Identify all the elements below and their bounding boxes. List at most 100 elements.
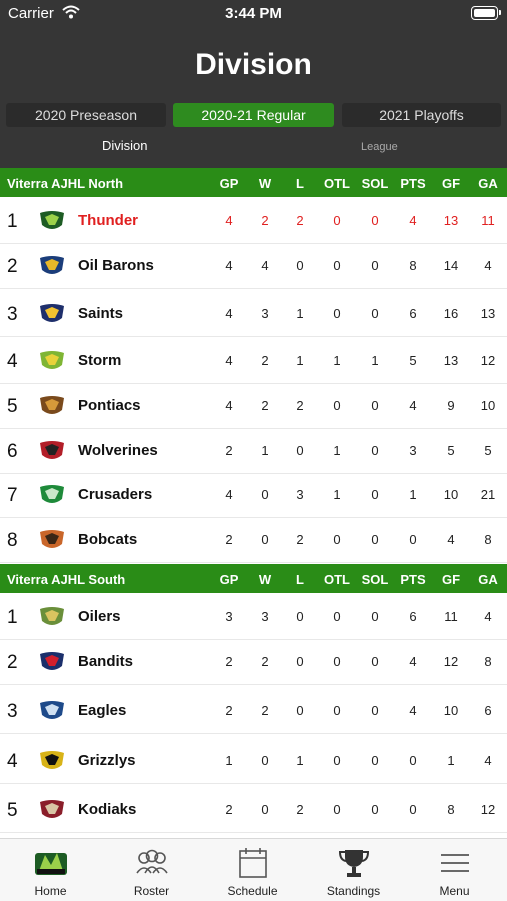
stat-otl: 0 bbox=[333, 609, 341, 624]
team-row[interactable]: 7 Crusaders 4 0 3 1 0 1 10 21 bbox=[0, 475, 507, 515]
tab-standings-label: Standings bbox=[326, 884, 381, 898]
stat-w: 3 bbox=[261, 306, 269, 321]
stat-gp: 4 bbox=[225, 353, 233, 368]
stat-gf: 5 bbox=[447, 443, 455, 458]
stat-sol: 0 bbox=[371, 487, 379, 502]
stat-gf: 8 bbox=[447, 802, 455, 817]
stat-gp: 2 bbox=[225, 703, 233, 718]
battery-icon bbox=[471, 6, 501, 20]
row-divider bbox=[0, 383, 507, 384]
team-row[interactable]: 8 Bobcats 2 0 2 0 0 0 4 8 bbox=[0, 520, 507, 560]
stat-sol: 0 bbox=[371, 654, 379, 669]
stat-l: 0 bbox=[296, 258, 304, 273]
menu-icon bbox=[441, 854, 469, 872]
row-divider bbox=[0, 639, 507, 640]
stat-sol: 0 bbox=[371, 609, 379, 624]
stat-gp: 2 bbox=[225, 802, 233, 817]
stat-w: 0 bbox=[261, 802, 269, 817]
column-header-w: W bbox=[258, 176, 272, 191]
column-header-gf: GF bbox=[441, 176, 461, 191]
team-rank: 3 bbox=[7, 701, 18, 722]
column-header-w: W bbox=[258, 572, 272, 587]
stat-gf: 14 bbox=[443, 258, 459, 273]
team-row[interactable]: 1 Oilers 3 3 0 0 0 6 11 4 bbox=[0, 597, 507, 637]
column-header-otl: OTL bbox=[324, 176, 350, 191]
team-row[interactable]: 4 Grizzlys 1 0 1 0 0 0 1 4 bbox=[0, 741, 507, 781]
stat-w: 4 bbox=[261, 258, 269, 273]
stat-sol: 0 bbox=[371, 532, 379, 547]
kodiaks-logo bbox=[40, 800, 64, 818]
team-name: Oilers bbox=[78, 608, 121, 625]
stat-gp: 2 bbox=[225, 443, 233, 458]
team-name: Eagles bbox=[78, 702, 127, 719]
stat-otl: 1 bbox=[333, 353, 341, 368]
team-name: Grizzlys bbox=[78, 752, 136, 769]
team-row[interactable]: 5 Pontiacs 4 2 2 0 0 4 9 10 bbox=[0, 386, 507, 426]
team-name: Bandits bbox=[78, 653, 134, 670]
team-logo-icon bbox=[35, 853, 67, 875]
stat-otl: 0 bbox=[333, 703, 341, 718]
row-divider bbox=[0, 562, 507, 563]
stat-otl: 0 bbox=[333, 532, 341, 547]
season-tab-playoffs[interactable]: 2021 Playoffs bbox=[342, 103, 501, 127]
stat-pts: 0 bbox=[409, 802, 417, 817]
team-row[interactable]: 2 Bandits 2 2 0 0 0 4 12 8 bbox=[0, 642, 507, 682]
tab-division[interactable]: Division bbox=[102, 138, 148, 153]
stat-sol: 0 bbox=[371, 443, 379, 458]
stat-l: 0 bbox=[296, 703, 304, 718]
team-name: Storm bbox=[78, 352, 122, 369]
stat-gf: 13 bbox=[443, 353, 459, 368]
stat-sol: 0 bbox=[371, 802, 379, 817]
bobcats-logo bbox=[40, 530, 64, 548]
stat-sol: 0 bbox=[371, 213, 379, 228]
page-title: Division bbox=[195, 48, 312, 81]
stat-pts: 4 bbox=[409, 398, 417, 413]
team-row[interactable]: 3 Saints 4 3 1 0 0 6 16 13 bbox=[0, 294, 507, 334]
stat-otl: 0 bbox=[333, 398, 341, 413]
team-rank: 8 bbox=[7, 530, 18, 551]
row-divider bbox=[0, 517, 507, 518]
stat-gp: 2 bbox=[225, 532, 233, 547]
division-header: Viterra AJHL South GP W L OTL SOL PTS GF GA bbox=[0, 564, 507, 593]
stat-gf: 10 bbox=[443, 703, 459, 718]
team-row[interactable]: 3 Eagles 2 2 0 0 0 4 10 6 bbox=[0, 691, 507, 731]
tab-roster[interactable]: Roster bbox=[101, 839, 202, 901]
tab-schedule[interactable]: Schedule bbox=[202, 839, 303, 901]
team-row[interactable]: 1 Thunder 4 2 2 0 0 4 13 11 bbox=[0, 201, 507, 241]
tab-menu-label: Menu bbox=[439, 884, 470, 898]
stat-otl: 0 bbox=[333, 753, 341, 768]
team-row[interactable]: 2 Oil Barons 4 4 0 0 0 8 14 4 bbox=[0, 246, 507, 286]
team-name: Oil Barons bbox=[78, 257, 154, 274]
column-header-otl: OTL bbox=[324, 572, 350, 587]
season-selector: 2020 Preseason 2020-21 Regular 2021 Play… bbox=[6, 103, 501, 127]
stat-otl: 1 bbox=[333, 443, 341, 458]
tab-league[interactable]: League bbox=[361, 141, 398, 153]
tab-menu[interactable]: Menu bbox=[404, 839, 505, 901]
season-tab-preseason[interactable]: 2020 Preseason bbox=[6, 103, 166, 127]
people-icon bbox=[136, 849, 168, 874]
stat-pts: 6 bbox=[409, 306, 417, 321]
stat-gp: 1 bbox=[225, 753, 233, 768]
season-tab-regular[interactable]: 2020-21 Regular bbox=[173, 103, 334, 127]
team-row[interactable]: 5 Kodiaks 2 0 2 0 0 0 8 12 bbox=[0, 790, 507, 830]
team-rank: 5 bbox=[7, 800, 18, 821]
crusaders-logo bbox=[40, 485, 64, 503]
team-row[interactable]: 6 Wolverines 2 1 0 1 0 3 5 5 bbox=[0, 431, 507, 471]
team-row[interactable]: 4 Storm 4 2 1 1 1 5 13 12 bbox=[0, 341, 507, 381]
stat-ga: 11 bbox=[481, 213, 495, 228]
stat-sol: 0 bbox=[371, 703, 379, 718]
division-name: Viterra AJHL North bbox=[7, 176, 124, 191]
team-rank: 4 bbox=[7, 751, 18, 772]
row-divider bbox=[0, 336, 507, 337]
team-name: Bobcats bbox=[78, 531, 138, 548]
stat-gp: 4 bbox=[225, 213, 233, 228]
tab-standings[interactable]: Standings bbox=[303, 839, 404, 901]
stat-pts: 6 bbox=[409, 609, 417, 624]
stat-gf: 11 bbox=[444, 609, 458, 624]
pontiacs-logo bbox=[40, 396, 64, 414]
saints-logo bbox=[40, 304, 64, 322]
stat-pts: 1 bbox=[409, 487, 417, 502]
stat-w: 2 bbox=[261, 398, 269, 413]
tab-home[interactable]: Home bbox=[0, 839, 101, 901]
stat-pts: 5 bbox=[409, 353, 417, 368]
